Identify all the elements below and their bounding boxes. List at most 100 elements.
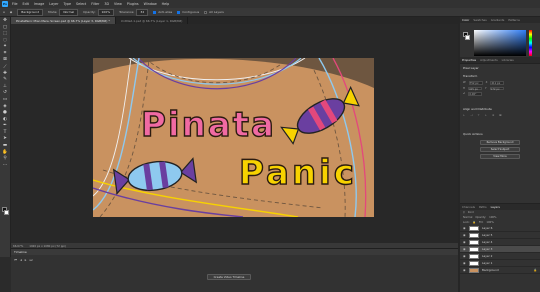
create-video-timeline-button[interactable]: Create Video Timeline (207, 274, 251, 280)
layer-kind-filter[interactable]: Kind (468, 211, 474, 214)
lock-icon[interactable]: 🔒 (473, 221, 476, 224)
brush-tool-icon[interactable]: ✎ (2, 77, 9, 83)
tab-channels[interactable]: Channels (462, 205, 475, 209)
artboard-tool-icon[interactable]: ▢ (2, 24, 9, 30)
antialias-option[interactable]: Anti-alias (153, 10, 172, 14)
path-selection-tool-icon[interactable]: ➤ (2, 136, 9, 142)
first-frame-icon[interactable]: ⏮ (14, 258, 17, 262)
align-bottom-icon[interactable]: ⊞ (499, 114, 501, 117)
fill-field[interactable]: 100% (486, 221, 493, 224)
paint-bucket-icon[interactable]: ◆ (10, 10, 12, 14)
x-field[interactable]: 411 px (490, 81, 505, 85)
visibility-eye-icon[interactable]: ◉ (463, 240, 466, 244)
tab-patterns[interactable]: Patterns (508, 18, 520, 22)
align-top-icon[interactable]: ⊥ (485, 114, 487, 117)
visibility-eye-icon[interactable]: ◉ (463, 247, 466, 251)
move-tool-icon[interactable]: ✥ (2, 17, 9, 23)
color-picker-field[interactable] (474, 30, 526, 56)
eraser-tool-icon[interactable]: ▭ (2, 96, 9, 102)
hand-tool-icon[interactable]: ✋ (2, 149, 9, 155)
menu-window[interactable]: Window (144, 2, 157, 6)
tolerance-field[interactable]: 32 (136, 8, 149, 16)
clone-stamp-tool-icon[interactable]: ⊥ (2, 83, 9, 89)
align-left-icon[interactable]: ⊢ (463, 114, 465, 117)
menu-image[interactable]: Image (34, 2, 44, 6)
height-field[interactable]: 415 px (467, 86, 482, 91)
dodge-tool-icon[interactable]: ◐ (2, 116, 9, 122)
layer-row[interactable]: ◉ Layer 4 (460, 239, 540, 246)
visibility-eye-icon[interactable]: ◉ (463, 254, 466, 258)
visibility-eye-icon[interactable]: ◉ (463, 226, 466, 230)
history-brush-tool-icon[interactable]: ↺ (2, 90, 9, 96)
all-layers-checkbox[interactable] (204, 10, 208, 14)
prev-frame-icon[interactable]: ◂ (20, 258, 22, 262)
type-tool-icon[interactable]: T (2, 129, 9, 135)
view-more-button[interactable]: View More (480, 153, 520, 159)
layer-row[interactable]: ◉ Layer 6 (460, 225, 540, 232)
antialias-checkbox[interactable] (153, 10, 157, 14)
contiguous-option[interactable]: Contiguous (177, 10, 199, 14)
lasso-tool-icon[interactable]: ◌ (2, 37, 9, 43)
y-field[interactable]: 172 px (489, 86, 504, 91)
layer-row[interactable]: ◉ Layer 1 (460, 260, 540, 267)
visibility-eye-icon[interactable]: ◉ (463, 233, 466, 237)
play-icon[interactable]: ▸ (25, 258, 27, 262)
menu-help[interactable]: Help (162, 2, 170, 6)
align-middle-icon[interactable]: ≡ (492, 114, 494, 117)
angle-field[interactable]: 0.00° (468, 92, 483, 96)
color-background-swatch[interactable] (465, 35, 470, 40)
layer-row-selected[interactable]: ◉ Layer 3 (460, 246, 540, 253)
zoom-level[interactable]: 66.67% (13, 244, 23, 248)
frame-tool-icon[interactable]: ⊠ (2, 57, 9, 63)
visibility-eye-icon[interactable]: ◉ (463, 261, 466, 265)
mode-dropdown[interactable]: Normal (59, 8, 79, 16)
pen-tool-icon[interactable]: ✒ (2, 123, 9, 129)
layer-row[interactable]: ◉ Layer 2 (460, 253, 540, 260)
menu-3d[interactable]: 3D (104, 2, 109, 6)
remove-background-button[interactable]: Remove Background (480, 139, 520, 145)
layer-row[interactable]: ◉ Background 🔒 (460, 267, 540, 274)
magic-wand-tool-icon[interactable]: ✦ (2, 44, 9, 50)
tab-color[interactable]: Color (462, 18, 469, 22)
background-color-swatch[interactable] (4, 210, 9, 215)
marquee-tool-icon[interactable]: ⬚ (2, 31, 9, 37)
menu-view[interactable]: View (114, 2, 122, 6)
next-frame-icon[interactable]: ⏭ (29, 258, 32, 262)
document-tab-active[interactable]: PinataPanic Mian Menu Screen.psd @ 66.7%… (11, 17, 116, 24)
menu-select[interactable]: Select (76, 2, 86, 6)
align-right-icon[interactable]: ⊤ (478, 114, 480, 117)
crop-tool-icon[interactable]: ⌗ (2, 50, 9, 56)
opacity-field[interactable]: 100% (97, 8, 115, 16)
blend-mode-dropdown[interactable]: Normal (463, 216, 472, 219)
tab-gradients[interactable]: Gradients (491, 18, 505, 22)
tab-libraries[interactable]: Libraries (502, 58, 514, 62)
menu-type[interactable]: Type (63, 2, 71, 6)
select-subject-button[interactable]: Select Subject (480, 146, 520, 152)
all-layers-option[interactable]: All Layers (204, 10, 224, 14)
tab-paths[interactable]: Paths (479, 205, 487, 209)
eyedropper-tool-icon[interactable]: ⟋ (2, 63, 9, 70)
layer-row[interactable]: ◉ Layer 5 (460, 232, 540, 239)
tab-properties[interactable]: Properties (462, 58, 476, 62)
tab-layers[interactable]: Layers (491, 205, 500, 209)
blur-tool-icon[interactable]: ● (2, 109, 9, 115)
paint-bucket-tool-icon[interactable]: ◈ (2, 103, 9, 109)
width-field[interactable]: 752 px (468, 81, 483, 85)
menu-edit[interactable]: Edit (23, 2, 29, 6)
menu-layer[interactable]: Layer (49, 2, 58, 6)
more-tools-icon[interactable]: ⋯ (2, 162, 9, 168)
tab-swatches[interactable]: Swatches (473, 18, 486, 22)
menu-plugins[interactable]: Plugins (127, 2, 139, 6)
layer-opacity-field[interactable]: 100% (489, 216, 496, 219)
fill-source-dropdown[interactable]: Background (17, 8, 44, 16)
home-icon[interactable]: ⌂ (3, 10, 5, 14)
healing-brush-tool-icon[interactable]: ✚ (2, 70, 9, 76)
visibility-eye-icon[interactable]: ◉ (463, 268, 466, 272)
menu-file[interactable]: File (12, 2, 18, 6)
contiguous-checkbox[interactable] (177, 10, 181, 14)
document-tab[interactable]: Untitled-1.psd @ 66.7% (Layer 1, RGB/8#) (116, 17, 189, 24)
zoom-tool-icon[interactable]: ⚲ (2, 156, 9, 162)
artwork-canvas[interactable]: Pinata Panic (93, 58, 374, 217)
tab-adjustments[interactable]: Adjustments (480, 58, 498, 62)
hue-slider[interactable] (529, 30, 532, 56)
